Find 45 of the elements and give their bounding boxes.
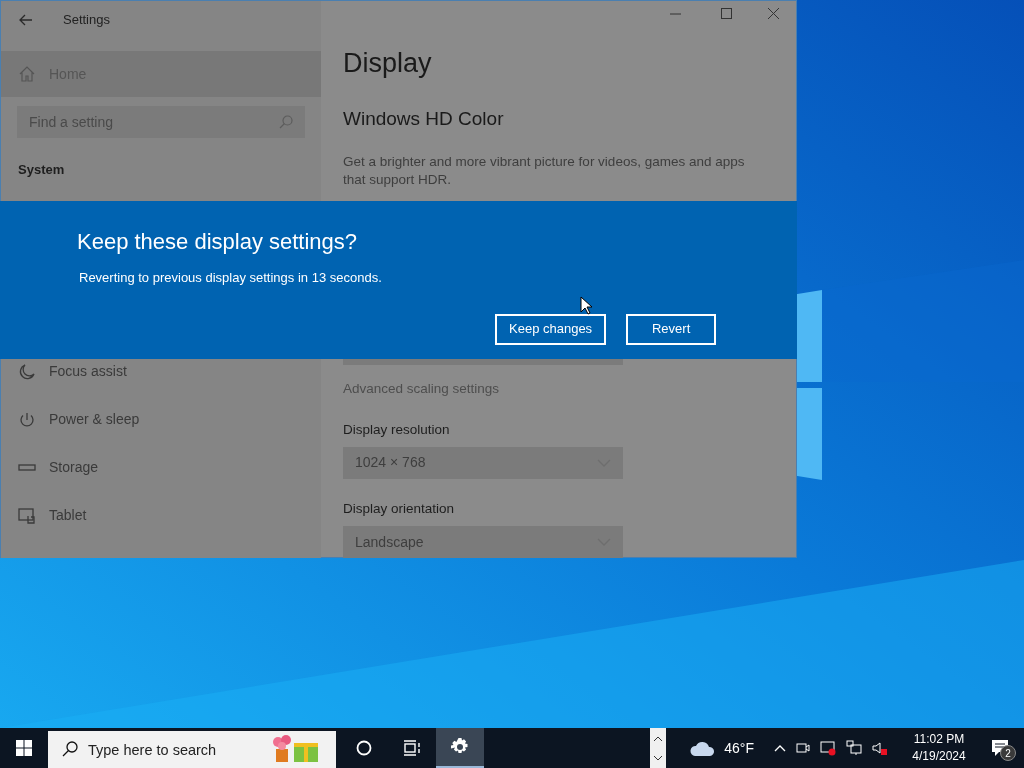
moon-icon xyxy=(18,362,36,381)
close-icon[interactable] xyxy=(768,8,779,20)
dialog-button[interactable]: Revert xyxy=(626,313,717,345)
field-label: Display resolution xyxy=(343,420,450,439)
description-text: Get a brighter and more vibrant picture for videos, games and apps that support HDR. xyxy=(343,153,746,190)
home-icon xyxy=(19,66,35,82)
dialog-message: Reverting to previous display settings in 13 seconds. xyxy=(79,269,382,287)
sidebar-item[interactable]: Tablet xyxy=(1,491,321,540)
taskbar-search-field[interactable]: Type here to search xyxy=(48,731,336,768)
speaker-muted-icon[interactable] xyxy=(872,740,888,756)
chevron-down-icon xyxy=(654,755,663,761)
search-icon xyxy=(62,741,78,757)
circle-icon xyxy=(356,740,372,756)
taskbar-app[interactable] xyxy=(436,728,484,768)
maximize-icon[interactable] xyxy=(721,8,732,20)
page-title: Display xyxy=(343,46,432,80)
cloud-icon xyxy=(690,740,717,756)
back-arrow-icon[interactable] xyxy=(19,14,33,26)
dialog-title: Keep these display settings? xyxy=(77,228,358,256)
windows-logo-icon xyxy=(16,740,32,756)
clock[interactable]: 11:02 PM 4/19/2024 xyxy=(902,728,976,768)
chevron-up-icon xyxy=(654,735,663,741)
section-heading: System xyxy=(18,161,66,179)
search-icon xyxy=(279,115,293,129)
section-heading: Windows HD Color xyxy=(343,106,504,131)
monitor-alert-icon[interactable] xyxy=(820,740,836,756)
settings-link[interactable]: Advanced scaling settings xyxy=(343,379,500,400)
dropdown-field[interactable]: 1024 × 768 xyxy=(343,446,623,479)
sidebar-item[interactable]: Storage xyxy=(1,443,321,492)
scroll-buttons[interactable] xyxy=(650,728,667,768)
network-icon[interactable] xyxy=(846,740,862,756)
mouse-cursor-icon xyxy=(580,296,592,315)
dropdown-field[interactable]: Landscape xyxy=(343,526,623,558)
storage-icon xyxy=(18,462,36,473)
field-label: Display orientation xyxy=(343,499,455,518)
camera-icon[interactable] xyxy=(796,740,810,756)
sidebar-item[interactable]: Power & sleep xyxy=(1,395,321,444)
notification-count: 2 xyxy=(1000,745,1016,761)
weather-temperature[interactable]: 46°F xyxy=(724,737,754,759)
chevron-up-icon[interactable] xyxy=(774,744,786,752)
power-icon xyxy=(18,410,36,429)
window-title: Settings xyxy=(63,11,110,30)
task-view-icon xyxy=(403,740,421,756)
dialog-button[interactable]: Keep changes xyxy=(495,313,607,345)
tablet-icon xyxy=(18,506,36,525)
